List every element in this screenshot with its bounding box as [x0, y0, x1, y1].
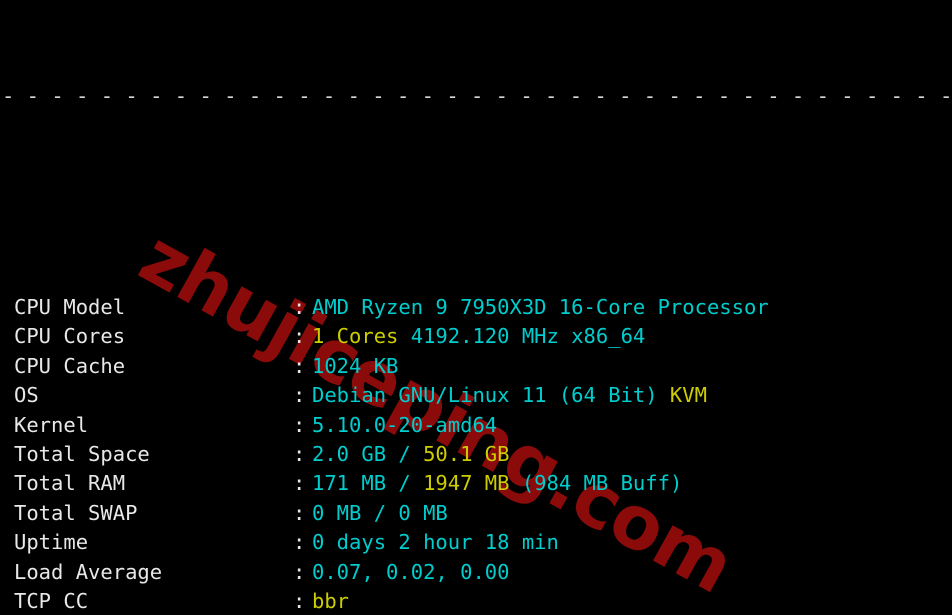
- info-row-label: Total Space: [14, 442, 150, 466]
- info-row-value: AMD Ryzen 9 7950X3D 16-Core Processor: [312, 295, 769, 319]
- info-row-value: 2.0 GB / 50.1 GB: [312, 442, 510, 466]
- info-row-colon: :: [293, 442, 306, 466]
- value-part: 50.1 GB: [410, 442, 510, 466]
- info-row-label: Uptime: [14, 530, 89, 555]
- value-part: bbr: [312, 588, 350, 613]
- value-part: AMD Ryzen 9 7950X3D 16-Core Processor: [312, 295, 769, 320]
- info-row-value: bbr: [312, 589, 349, 613]
- info-row-colon: :: [293, 559, 306, 584]
- info-row-colon: :: [293, 530, 306, 555]
- value-part: 0.07, 0.02, 0.00: [312, 559, 510, 584]
- value-part: 4192.120 MHz x86_64: [398, 324, 646, 349]
- info-row-value: 0.07, 0.02, 0.00: [312, 560, 509, 584]
- value-part: 2.0 GB: [312, 442, 399, 466]
- value-part: 0 MB / 0 MB: [312, 500, 448, 525]
- separator-top: - - - - - - - - - - - - - - - - - - - - …: [2, 84, 952, 109]
- info-row-label: TCP CC: [14, 588, 89, 613]
- info-row: Uptime:0 days 2 hour 18 min: [0, 528, 952, 557]
- info-row-colon: :: [293, 500, 306, 525]
- info-row-label: OS: [14, 383, 39, 408]
- info-row: CPU Cache:1024 KB: [0, 352, 952, 381]
- info-row-value: 1 Cores 4192.120 MHz x86_64: [312, 324, 645, 348]
- info-row-value: 0 days 2 hour 18 min: [312, 530, 559, 554]
- value-part: 1024 KB: [312, 353, 399, 378]
- info-row-colon: :: [293, 588, 306, 613]
- info-row: Total Space:2.0 GB / 50.1 GB: [0, 440, 952, 469]
- value-part: 1947 MB: [410, 471, 510, 496]
- value-part: Debian GNU/Linux 11 (64 Bit): [312, 383, 658, 408]
- info-row-label: CPU Model: [14, 295, 126, 320]
- info-row-value: 1024 KB: [312, 354, 398, 378]
- terminal-output: - - - - - - - - - - - - - - - - - - - - …: [0, 0, 952, 615]
- info-row: Total RAM:171 MB / 1947 MB (984 MB Buff): [0, 469, 952, 498]
- value-part: /: [398, 471, 411, 496]
- info-row: Kernel:5.10.0-20-amd64: [0, 411, 952, 440]
- info-row-label: Kernel: [14, 412, 89, 437]
- info-row-label: Total SWAP: [14, 500, 138, 525]
- info-row-colon: :: [293, 383, 306, 408]
- value-part: 0 days 2 hour 18 min: [312, 530, 559, 555]
- value-part: 1 Cores: [312, 324, 399, 349]
- info-row-colon: :: [293, 471, 306, 496]
- system-info-section: CPU Model: AMD Ryzen 9 7950X3D 16-Core Pr…: [0, 293, 952, 615]
- info-row: Total SWAP:0 MB / 0 MB: [0, 499, 952, 528]
- info-row: OS: Debian GNU/Linux 11 (64 Bit) KVM: [0, 381, 952, 410]
- info-row-label: CPU Cores: [14, 324, 126, 349]
- info-row: CPU Cores:1 Cores 4192.120 MHz x86_64: [0, 322, 952, 351]
- info-row: Load Average:0.07, 0.02, 0.00: [0, 558, 952, 587]
- info-row-label: Load Average: [14, 559, 163, 584]
- info-row-value: 5.10.0-20-amd64: [312, 413, 497, 437]
- value-part: 171 MB: [312, 471, 399, 496]
- value-part: 5.10.0-20-amd64: [312, 412, 498, 437]
- value-part: (984 MB Buff): [509, 471, 683, 496]
- info-row-label: Total RAM: [14, 471, 126, 496]
- info-row-value: 171 MB / 1947 MB (984 MB Buff): [312, 471, 682, 495]
- info-row-colon: :: [293, 412, 306, 437]
- info-row-colon: :: [293, 295, 306, 320]
- terminal-window: zhujiceping.com - - - - - - - - - - - - …: [0, 0, 952, 615]
- info-row-label: CPU Cache: [14, 353, 126, 378]
- info-row-value: 0 MB / 0 MB: [312, 501, 448, 525]
- value-part: /: [398, 442, 411, 466]
- info-row-colon: :: [293, 324, 306, 349]
- value-part: KVM: [657, 383, 707, 408]
- info-row-colon: :: [293, 353, 306, 378]
- info-row: CPU Model: AMD Ryzen 9 7950X3D 16-Core Pr…: [0, 293, 952, 322]
- info-row: TCP CC: bbr: [0, 587, 952, 615]
- info-row-value: Debian GNU/Linux 11 (64 Bit) KVM: [312, 383, 707, 407]
